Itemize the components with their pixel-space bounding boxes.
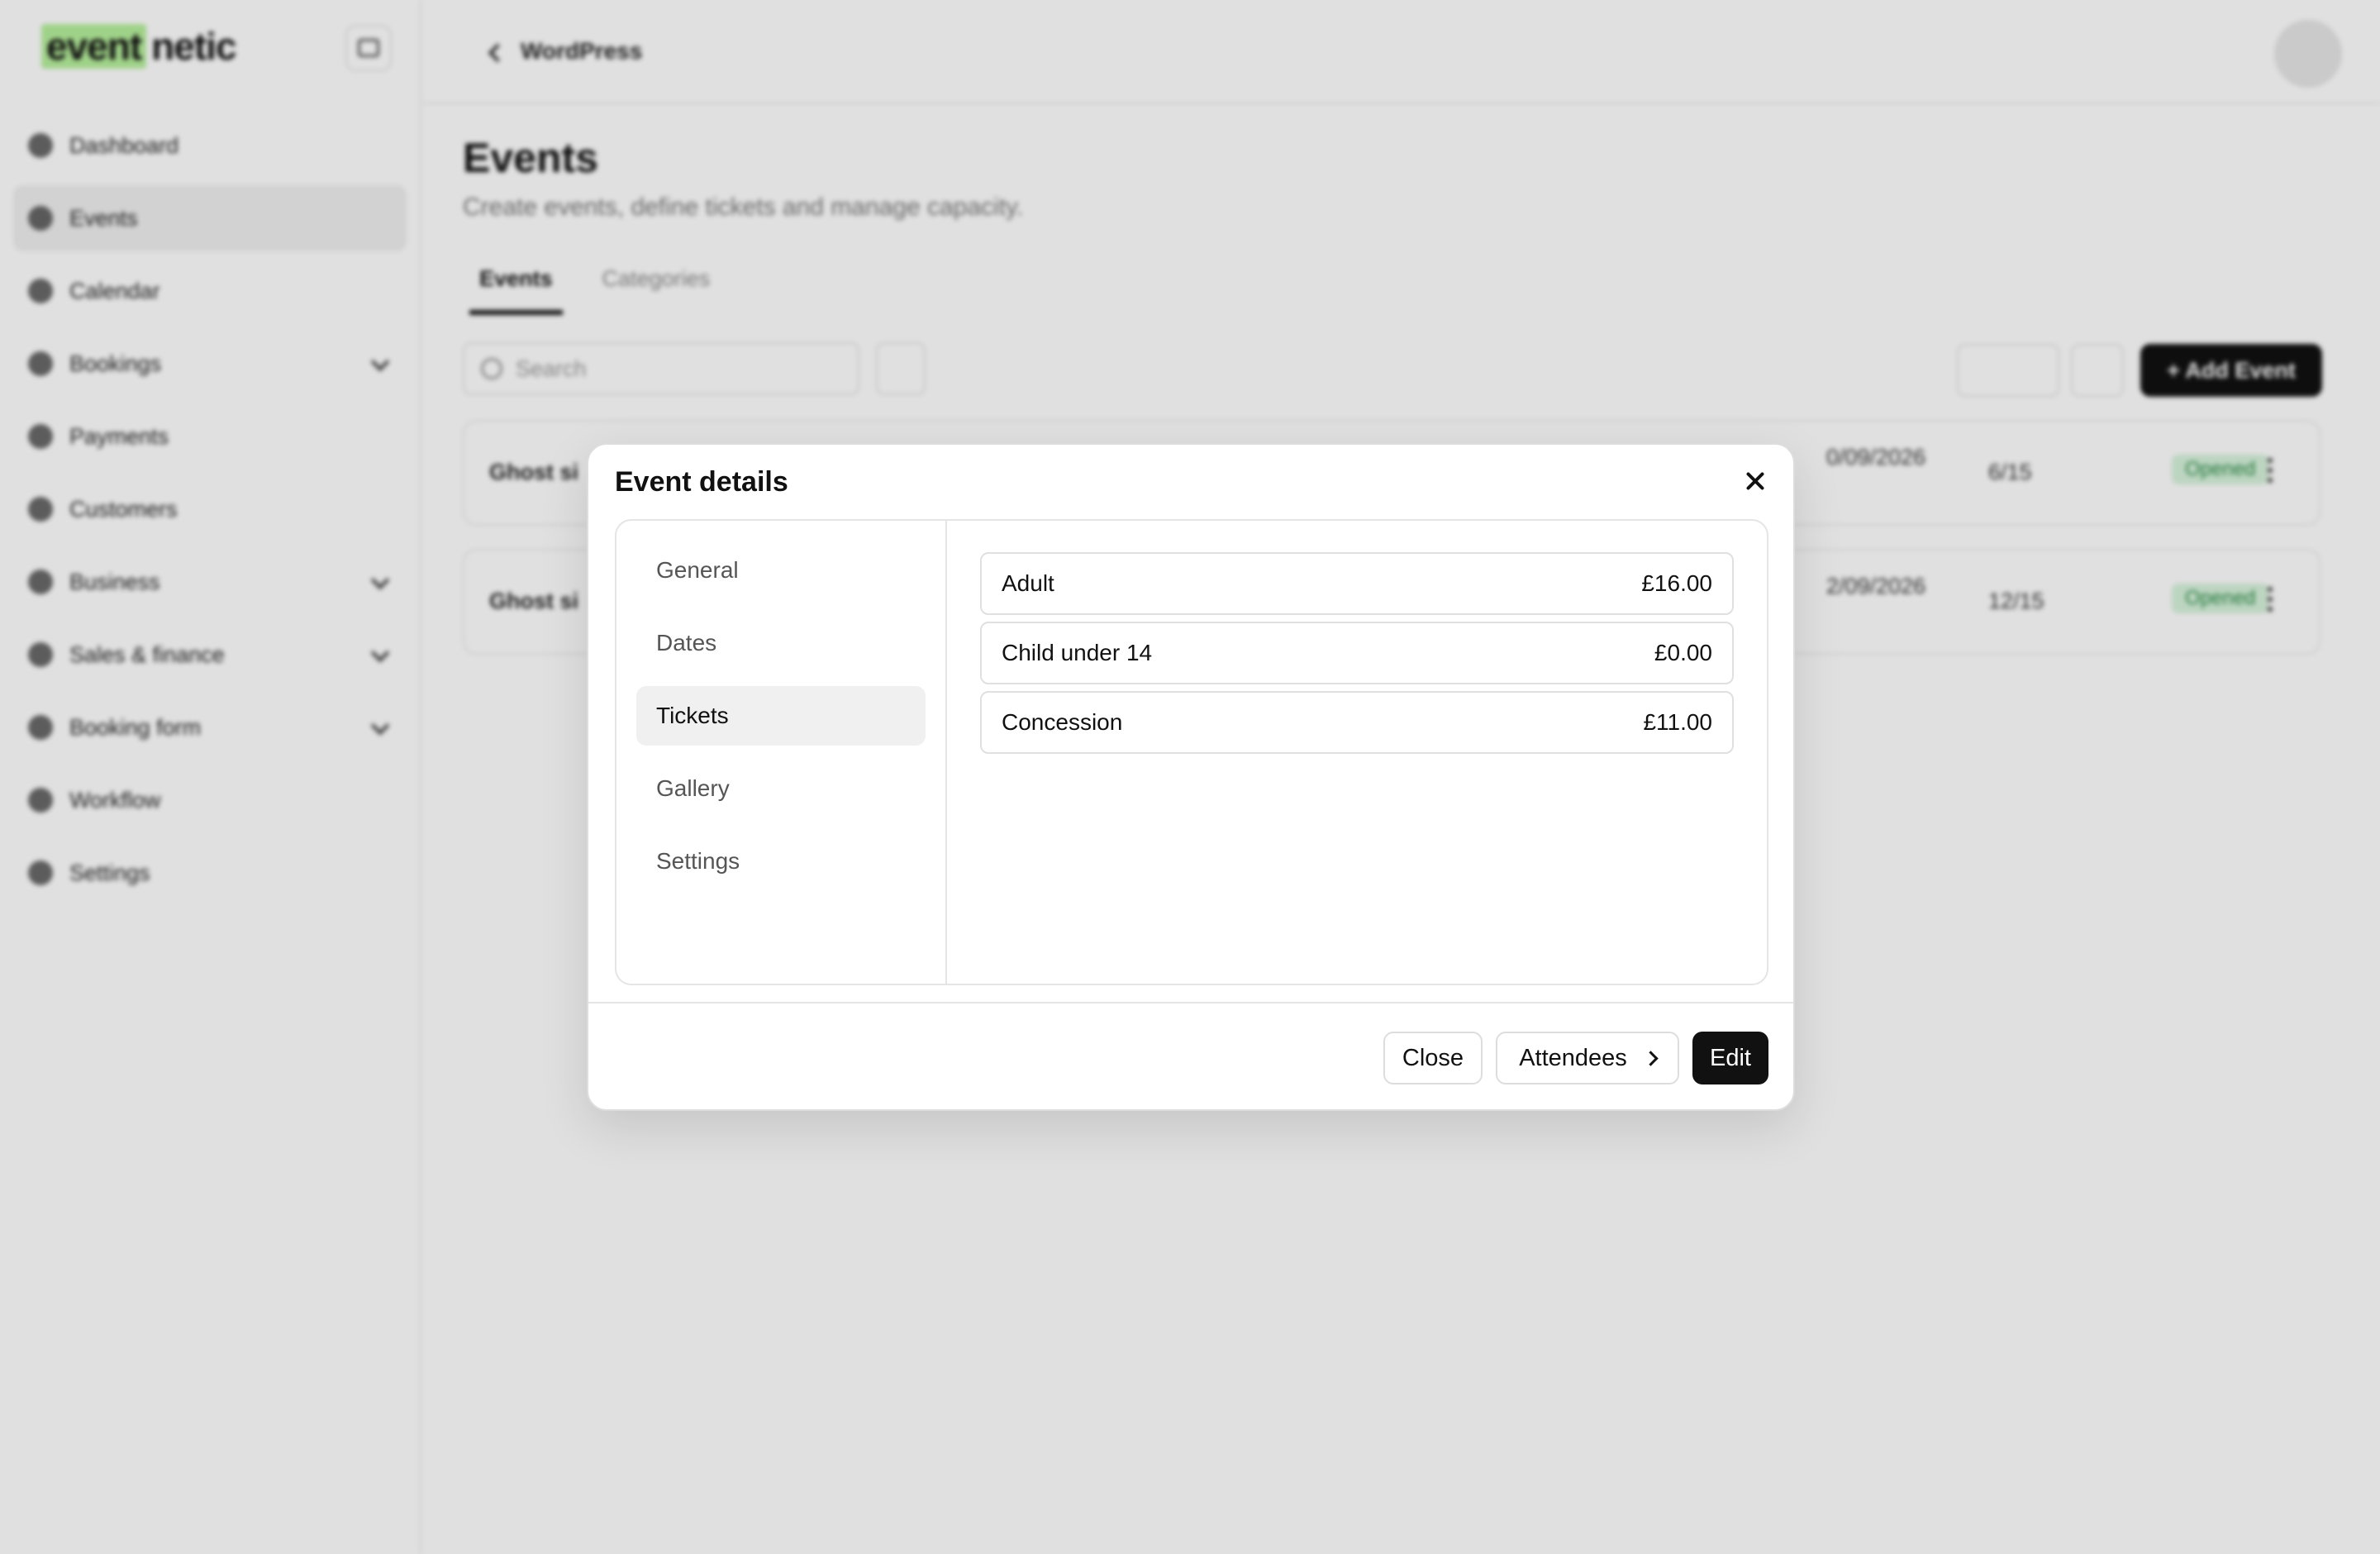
list-item: Adult £16.00 bbox=[980, 552, 1734, 615]
edit-button[interactable]: Edit bbox=[1692, 1032, 1768, 1084]
modal-tab-settings[interactable]: Settings bbox=[636, 832, 926, 891]
ticket-name: Concession bbox=[1002, 709, 1123, 735]
close-icon[interactable] bbox=[1739, 465, 1772, 498]
modal-tab-gallery[interactable]: Gallery bbox=[636, 759, 926, 818]
attendees-button[interactable]: Attendees bbox=[1496, 1032, 1679, 1084]
ticket-name: Adult bbox=[1002, 570, 1054, 596]
modal-tab-tickets[interactable]: Tickets bbox=[636, 686, 926, 746]
modal-footer: Close Attendees Edit bbox=[588, 1002, 1793, 1109]
modal-tab-dates[interactable]: Dates bbox=[636, 613, 926, 673]
ticket-price: £0.00 bbox=[1654, 640, 1712, 665]
list-item: Child under 14 £0.00 bbox=[980, 622, 1734, 684]
modal-body: General Dates Tickets Gallery Settings A… bbox=[615, 519, 1768, 985]
attendees-label: Attendees bbox=[1519, 1044, 1627, 1071]
ticket-name: Child under 14 bbox=[1002, 640, 1153, 665]
ticket-list: Adult £16.00 Child under 14 £0.00 Conces… bbox=[980, 552, 1734, 760]
modal-tab-general[interactable]: General bbox=[636, 541, 926, 600]
close-button[interactable]: Close bbox=[1383, 1032, 1483, 1084]
ticket-price: £11.00 bbox=[1643, 709, 1712, 735]
modal-section-nav: General Dates Tickets Gallery Settings bbox=[616, 521, 947, 984]
modal-title: Event details bbox=[615, 466, 788, 498]
event-details-modal: Event details General Dates Tickets Gall… bbox=[587, 443, 1795, 1111]
list-item: Concession £11.00 bbox=[980, 691, 1734, 754]
chevron-right-icon bbox=[1643, 1050, 1659, 1066]
ticket-price: £16.00 bbox=[1641, 570, 1712, 596]
